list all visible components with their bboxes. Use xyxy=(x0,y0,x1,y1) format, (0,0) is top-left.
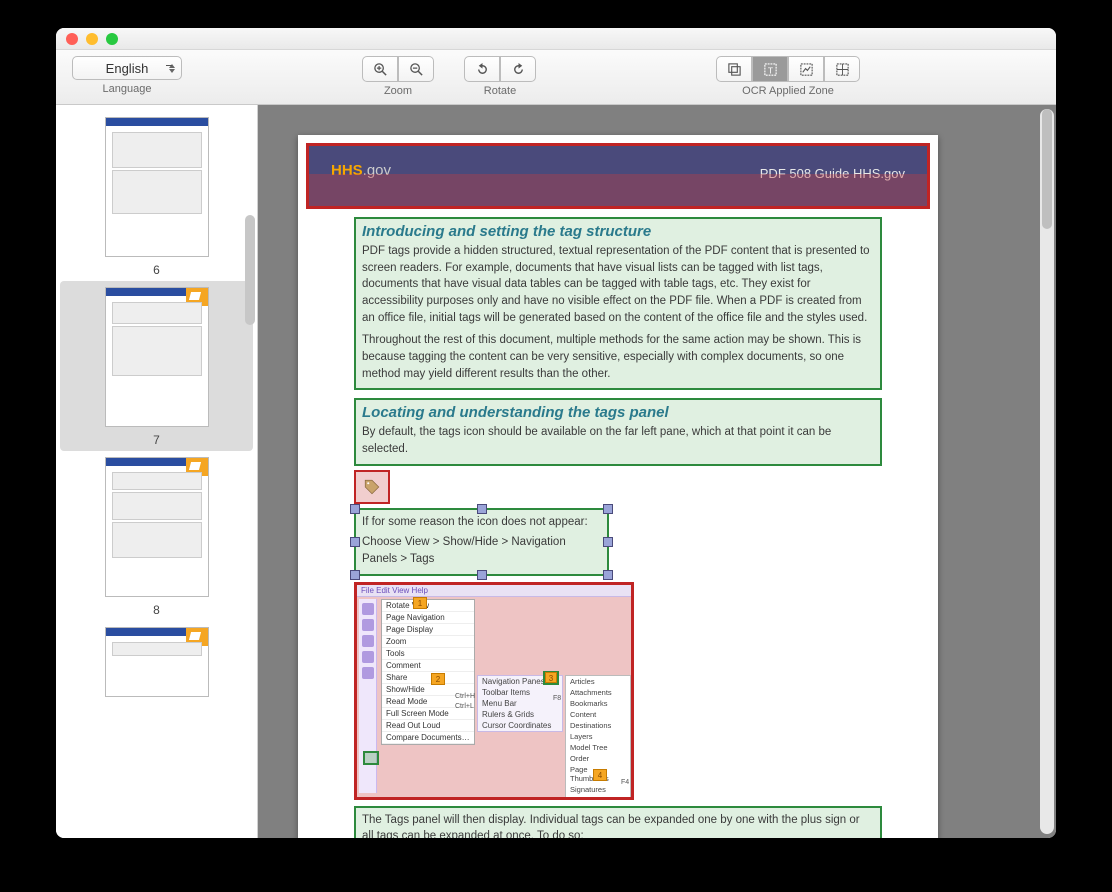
chevron-updown-icon xyxy=(169,64,175,73)
body: 6 7 8 xyxy=(56,105,1056,838)
language-label: Language xyxy=(103,83,152,95)
resize-handle[interactable] xyxy=(350,570,360,580)
ocr-zone-group: T OCR Applied Zone xyxy=(716,56,860,97)
section-paragraph: Throughout the rest of this document, mu… xyxy=(362,332,874,382)
callout-highlight xyxy=(363,751,379,765)
callout-marker: 2 xyxy=(431,673,445,685)
shortcut-text: F8 xyxy=(553,695,561,702)
resize-handle[interactable] xyxy=(477,504,487,514)
zoom-in-button[interactable] xyxy=(362,56,398,82)
ocr-zone-label: OCR Applied Zone xyxy=(742,85,834,97)
resize-handle[interactable] xyxy=(603,570,613,580)
rotate-group: Rotate xyxy=(464,56,536,97)
ocr-zone-picture-button[interactable] xyxy=(716,56,752,82)
resize-handle[interactable] xyxy=(350,504,360,514)
ocr-zone-image[interactable]: File Edit View Help Rotate ViewPage Navi… xyxy=(354,582,634,800)
ocr-zone-section-1[interactable]: Introducing and setting the tag structur… xyxy=(354,217,882,390)
viewer-scrollbar[interactable] xyxy=(1040,109,1054,834)
section-paragraph: The Tags panel will then display. Indivi… xyxy=(362,812,874,838)
shortcut-text: Ctrl+H xyxy=(455,693,475,700)
minimize-window-button[interactable] xyxy=(86,33,98,45)
rotate-ccw-icon xyxy=(475,62,490,77)
section-paragraph: By default, the tags icon should be avai… xyxy=(362,424,874,457)
selected-line: Choose View > Show/Hide > Navigation Pan… xyxy=(362,534,601,567)
language-select[interactable]: English xyxy=(72,56,182,80)
thumbnail-9[interactable] xyxy=(60,621,253,701)
ocr-zone-text-button[interactable]: T xyxy=(752,56,788,82)
zoom-group: Zoom xyxy=(362,56,434,97)
thumbnail-number: 6 xyxy=(68,263,245,277)
app-window: English Language Zoom xyxy=(56,28,1056,838)
svg-text:T: T xyxy=(767,65,772,75)
rotate-right-button[interactable] xyxy=(500,56,536,82)
image-zone-icon xyxy=(799,62,814,77)
callout-marker: 1 xyxy=(413,597,427,609)
close-window-button[interactable] xyxy=(66,33,78,45)
text-zone-icon: T xyxy=(763,62,778,77)
picture-zone-icon xyxy=(727,62,742,77)
zoom-out-button[interactable] xyxy=(398,56,434,82)
page-canvas: HHS.gov PDF 508 Guide HHS.gov Introducin… xyxy=(298,135,938,838)
section-title: Introducing and setting the tag structur… xyxy=(362,223,874,240)
resize-handle[interactable] xyxy=(603,504,613,514)
rotate-label: Rotate xyxy=(484,85,516,97)
thumbnail-number: 8 xyxy=(68,603,245,617)
ocr-zone-selected[interactable]: If for some reason the icon does not app… xyxy=(354,508,609,576)
shortcut-text: Ctrl+L xyxy=(455,703,474,710)
thumbnail-number: 7 xyxy=(68,433,245,447)
resize-handle[interactable] xyxy=(477,570,487,580)
menu-bar-text: File Edit View Help xyxy=(357,585,631,597)
resize-handle[interactable] xyxy=(350,537,360,547)
zoom-out-icon xyxy=(409,62,424,77)
selected-line: If for some reason the icon does not app… xyxy=(362,514,601,531)
resize-handle[interactable] xyxy=(603,537,613,547)
section-title: Locating and understanding the tags pane… xyxy=(362,404,874,421)
zoom-window-button[interactable] xyxy=(106,33,118,45)
ocr-zone-tag-icon[interactable] xyxy=(354,470,390,504)
zoom-in-icon xyxy=(373,62,388,77)
ocr-zone-header[interactable]: HHS.gov PDF 508 Guide HHS.gov xyxy=(306,143,930,209)
thumbnail-6[interactable]: 6 xyxy=(60,111,253,281)
table-zone-icon xyxy=(835,62,850,77)
tag-icon xyxy=(363,478,381,496)
page-viewer[interactable]: HHS.gov PDF 508 Guide HHS.gov Introducin… xyxy=(258,105,1056,838)
view-menu: Rotate ViewPage NavigationPage DisplayZo… xyxy=(381,599,475,745)
thumbnail-7[interactable]: 7 xyxy=(60,281,253,451)
thumbnail-sidebar[interactable]: 6 7 8 xyxy=(56,105,258,838)
ocr-zone-table-button[interactable] xyxy=(824,56,860,82)
rotate-cw-icon xyxy=(511,62,526,77)
shortcut-text: F4 xyxy=(621,779,629,786)
toolbar: English Language Zoom xyxy=(56,50,1056,105)
ocr-zone-image-button[interactable] xyxy=(788,56,824,82)
thumbnail-8[interactable]: 8 xyxy=(60,451,253,621)
ocr-zone-section-2[interactable]: Locating and understanding the tags pane… xyxy=(354,398,882,465)
callout-marker: 4 xyxy=(593,769,607,781)
titlebar xyxy=(56,28,1056,50)
zoom-label: Zoom xyxy=(384,85,412,97)
callout-marker: 3 xyxy=(545,672,557,683)
language-group: English Language xyxy=(72,56,182,95)
language-value: English xyxy=(106,61,149,76)
rotate-left-button[interactable] xyxy=(464,56,500,82)
section-paragraph: PDF tags provide a hidden structured, te… xyxy=(362,243,874,326)
ocr-zone-section-3[interactable]: The Tags panel will then display. Indivi… xyxy=(354,806,882,838)
